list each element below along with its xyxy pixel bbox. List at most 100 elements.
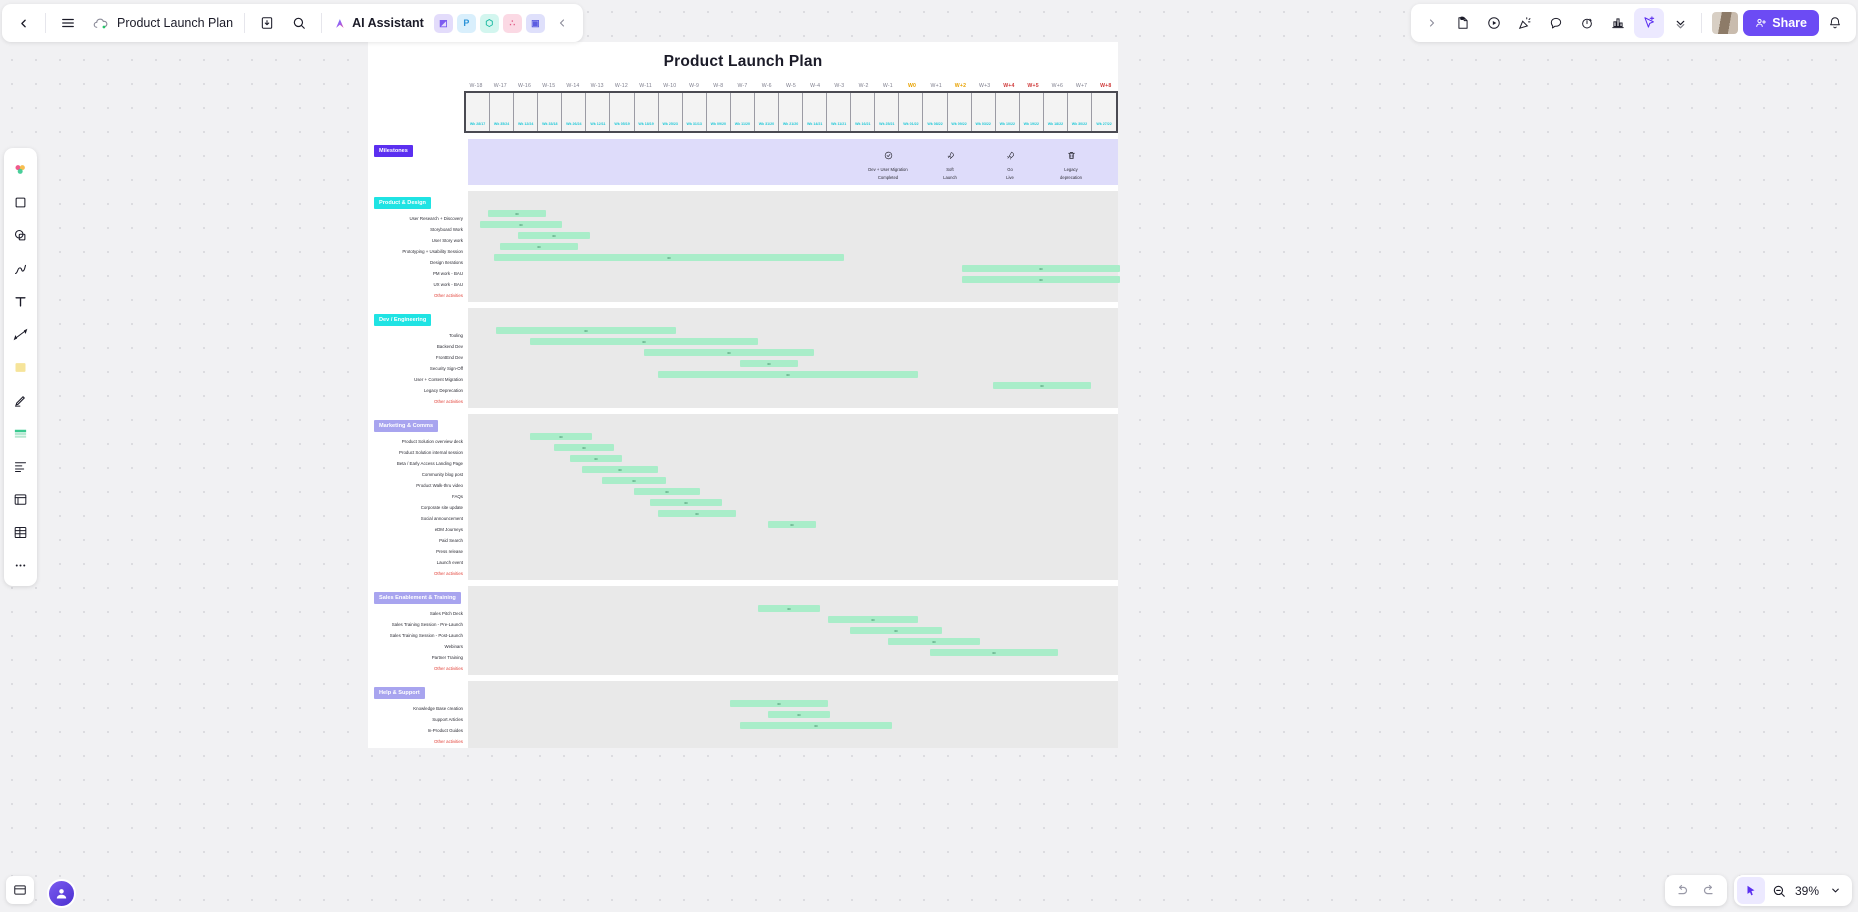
task-label[interactable]: In-Product Guides xyxy=(368,725,468,736)
gantt-bar[interactable]: ••• xyxy=(650,499,722,506)
task-label[interactable]: Knowledge Base creation xyxy=(368,703,468,714)
gantt-bar[interactable]: ••• xyxy=(962,276,1120,283)
date-cell[interactable]: Wk 27/22 xyxy=(1092,93,1116,131)
gantt-bar[interactable]: ••• xyxy=(730,700,828,707)
gantt-bar[interactable]: ••• xyxy=(993,382,1091,389)
date-strip[interactable]: Wk 28/17 Wk 35/24 Wk 12/24 Wk 33/18 Wk 26/24… xyxy=(464,91,1118,133)
date-cell[interactable]: Wk 26/24 xyxy=(562,93,587,131)
date-cell[interactable]: Wk 01/22 xyxy=(899,93,924,131)
gantt-bar[interactable]: ••• xyxy=(494,254,844,261)
milestone-item[interactable]: Soft Launch xyxy=(920,147,980,181)
gantt-bar[interactable]: ••• xyxy=(658,371,918,378)
date-cell[interactable]: Wk 09/20 xyxy=(707,93,731,131)
date-cell[interactable]: Wk 25/23 xyxy=(659,93,683,131)
date-cell[interactable]: Wk 11/20 xyxy=(731,93,755,131)
search-button[interactable] xyxy=(284,8,314,38)
date-cell[interactable]: Wk 08/22 xyxy=(923,93,948,131)
ai-assistant-button[interactable]: AI Assistant xyxy=(329,16,428,31)
zoom-level-label[interactable]: 39% xyxy=(1793,884,1821,898)
date-cell[interactable]: Wk 14/21 xyxy=(803,93,828,131)
date-cell[interactable]: Wk 30/22 xyxy=(1068,93,1093,131)
layout-icon[interactable] xyxy=(7,450,34,482)
task-label[interactable]: Paid Search xyxy=(368,535,468,546)
gantt-bar[interactable]: ••• xyxy=(930,649,1058,656)
task-label[interactable]: Product Solution internal session xyxy=(368,447,468,458)
date-cell[interactable]: Wk 05/19 xyxy=(610,93,635,131)
gantt-bar[interactable]: ••• xyxy=(500,243,578,250)
section-timeline-grid[interactable]: ••• ••• ••• ••• ••• ••• ••• xyxy=(468,191,1120,302)
zoom-out-button[interactable] xyxy=(1765,877,1793,904)
task-label[interactable]: Design Iterations xyxy=(368,257,468,268)
gantt-bar[interactable]: ••• xyxy=(496,327,676,334)
gantt-bar[interactable]: ••• xyxy=(888,638,980,645)
task-label[interactable]: Support Articles xyxy=(368,714,468,725)
task-label[interactable]: Storyboard Work xyxy=(368,224,468,235)
gantt-bar[interactable]: ••• xyxy=(740,722,892,729)
pointer-tool-button[interactable] xyxy=(1736,877,1765,904)
undo-button[interactable] xyxy=(1668,877,1696,904)
task-label[interactable]: Security Sign-Off xyxy=(368,363,468,374)
chart-button[interactable] xyxy=(1603,8,1633,38)
milestones-grid[interactable]: Dev + User Migration Completed Soft Launch G… xyxy=(468,139,1118,185)
task-label[interactable]: FAQs xyxy=(368,491,468,502)
task-label[interactable]: PM work - BAU xyxy=(368,268,468,279)
task-label[interactable]: Sales Training Session - Post-Launch xyxy=(368,630,468,641)
date-cell[interactable]: Wk 12/24 xyxy=(514,93,539,131)
gantt-bar[interactable]: ••• xyxy=(488,210,546,217)
date-cell[interactable]: Wk 16/21 xyxy=(851,93,876,131)
expand-toolbar-button[interactable] xyxy=(1417,8,1447,38)
date-cell[interactable]: Wk 31/20 xyxy=(755,93,780,131)
shapes-icon[interactable] xyxy=(7,219,34,251)
gantt-bar[interactable]: ••• xyxy=(644,349,814,356)
task-label[interactable]: eDM Journeys xyxy=(368,524,468,535)
milestone-item[interactable]: Dev + User Migration Completed xyxy=(858,147,918,181)
section-timeline-grid[interactable]: ••• ••• ••• xyxy=(468,681,1118,748)
date-cell[interactable]: Wk 11/21 xyxy=(827,93,852,131)
collapse-toolbar-button[interactable] xyxy=(547,8,577,38)
gantt-bar[interactable]: ••• xyxy=(554,444,614,451)
user-avatar[interactable] xyxy=(47,879,76,908)
text-icon[interactable] xyxy=(7,285,34,317)
gantt-bar[interactable]: ••• xyxy=(758,605,820,612)
redo-button[interactable] xyxy=(1696,877,1724,904)
section-tag[interactable]: Sales Enablement & Training xyxy=(374,592,461,604)
connector-icon[interactable] xyxy=(7,318,34,350)
task-label[interactable]: UX work - BAU xyxy=(368,279,468,290)
date-cell[interactable]: Wk 31/13 xyxy=(683,93,707,131)
more-tools-icon[interactable] xyxy=(7,549,34,581)
task-label[interactable]: Beta / Early Access Landing Page xyxy=(368,458,468,469)
other-activities-label[interactable]: Other activities xyxy=(368,568,468,579)
task-label[interactable]: Webinars xyxy=(368,641,468,652)
other-activities-label[interactable]: Other activities xyxy=(368,663,468,674)
timer-button[interactable] xyxy=(1572,8,1602,38)
task-label[interactable]: Sales Training Session - Pre-Launch xyxy=(368,619,468,630)
task-label[interactable]: Community blog post xyxy=(368,469,468,480)
grid-icon[interactable] xyxy=(7,516,34,548)
date-cell[interactable]: Wk 18/19 xyxy=(635,93,659,131)
gantt-bar[interactable]: ••• xyxy=(530,433,592,440)
task-label[interactable]: Product Walk-thru video xyxy=(368,480,468,491)
notifications-button[interactable] xyxy=(1820,8,1850,38)
date-cell[interactable]: Wk 12/11 xyxy=(586,93,611,131)
celebrate-button[interactable] xyxy=(1510,8,1540,38)
date-cell[interactable]: Wk 21/20 xyxy=(779,93,804,131)
date-cell[interactable]: Wk 33/18 xyxy=(538,93,563,131)
download-button[interactable] xyxy=(252,8,282,38)
date-cell[interactable]: Wk 19/22 xyxy=(1020,93,1044,131)
play-presentation-button[interactable] xyxy=(1479,8,1509,38)
presentation-app[interactable]: P xyxy=(456,13,476,33)
gantt-bar[interactable]: ••• xyxy=(768,711,830,718)
task-label[interactable]: Press release xyxy=(368,546,468,557)
date-cell[interactable]: Wk 03/22 xyxy=(972,93,996,131)
back-button[interactable] xyxy=(8,8,38,38)
gantt-bar[interactable]: ••• xyxy=(828,616,918,623)
marker-icon[interactable] xyxy=(7,384,34,416)
templates-icon[interactable] xyxy=(7,153,34,185)
milestone-item[interactable]: Go Live xyxy=(980,147,1040,181)
task-label[interactable]: User + Content Migration xyxy=(368,374,468,385)
gantt-bar[interactable]: ••• xyxy=(530,338,758,345)
gantt-bar[interactable]: ••• xyxy=(850,627,942,634)
other-activities-label[interactable]: Other activities xyxy=(368,290,468,301)
date-cell[interactable]: Wk 28/17 xyxy=(466,93,491,131)
task-label[interactable]: Tooling xyxy=(368,330,468,341)
